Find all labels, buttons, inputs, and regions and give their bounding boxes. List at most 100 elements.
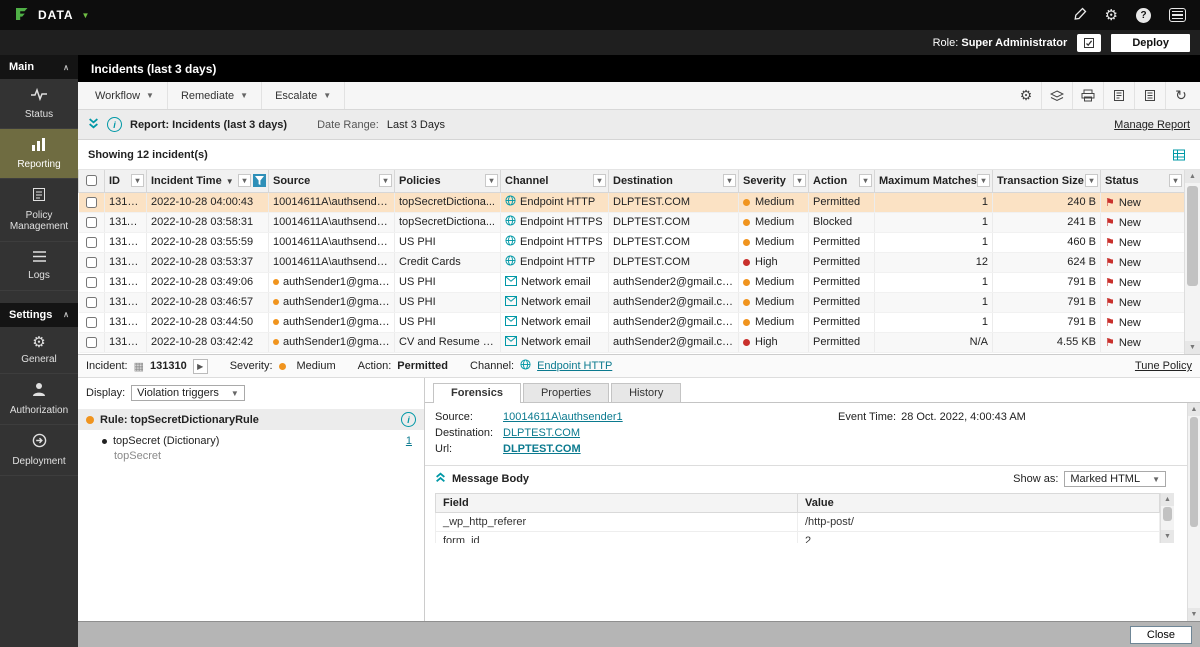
- scroll-up-icon[interactable]: ▲: [1161, 493, 1174, 506]
- deploy-button[interactable]: Deploy: [1111, 33, 1190, 52]
- rule-info-icon[interactable]: i: [401, 412, 416, 427]
- source-link[interactable]: 10014611A\authsender1: [503, 411, 623, 423]
- row-checkbox[interactable]: [85, 276, 97, 288]
- sidebar-item-logs[interactable]: Logs: [0, 242, 78, 291]
- column-menu-icon[interactable]: ▾: [723, 174, 736, 187]
- column-header-action[interactable]: Action ▾: [808, 170, 875, 193]
- column-menu-icon[interactable]: ▾: [793, 174, 806, 187]
- column-menu-icon[interactable]: ▾: [485, 174, 498, 187]
- row-checkbox[interactable]: [85, 196, 97, 208]
- row-checkbox[interactable]: [85, 296, 97, 308]
- scroll-thumb[interactable]: [1187, 186, 1198, 286]
- column-menu-icon[interactable]: ▾: [131, 174, 144, 187]
- column-header-status[interactable]: Status ▾: [1100, 170, 1185, 193]
- url-link[interactable]: DLPTEST.COM: [503, 443, 581, 455]
- show-as-select[interactable]: Marked HTML ▼: [1064, 471, 1166, 487]
- column-menu-icon[interactable]: ▾: [1169, 174, 1182, 187]
- column-menu-icon[interactable]: ▾: [238, 174, 251, 187]
- next-incident-icon[interactable]: ▶: [192, 358, 208, 374]
- rule-row[interactable]: Rule: topSecretDictionaryRule i: [78, 409, 424, 430]
- destination-link[interactable]: DLPTEST.COM: [503, 427, 580, 439]
- column-menu-icon[interactable]: ▾: [1085, 174, 1098, 187]
- sidebar-item-status[interactable]: Status: [0, 79, 78, 129]
- report-doc-icon[interactable]: [1103, 82, 1134, 109]
- collapse-up-chevrons-icon[interactable]: [435, 472, 446, 486]
- incident-row[interactable]: 131369 2022-10-28 03:42:42 authSender1@gma…: [78, 332, 1185, 353]
- display-select[interactable]: Violation triggers ▼: [131, 385, 245, 401]
- gear-icon[interactable]: ⚙: [1105, 8, 1118, 23]
- tune-policy-link[interactable]: Tune Policy: [1135, 360, 1192, 372]
- sidebar-item-reporting[interactable]: Reporting: [0, 129, 78, 179]
- value-column-header[interactable]: Value: [797, 493, 1160, 513]
- workflow-button[interactable]: Workflow ▼: [82, 82, 168, 109]
- print-icon[interactable]: [1072, 82, 1103, 109]
- product-menu-caret-icon[interactable]: ▼: [82, 11, 90, 20]
- remediate-button[interactable]: Remediate ▼: [168, 82, 263, 109]
- column-menu-icon[interactable]: ▾: [977, 174, 990, 187]
- column-header-maximum-matches[interactable]: Maximum Matches ▾: [874, 170, 993, 193]
- trigger-row[interactable]: topSecret (Dictionary) 1: [78, 430, 424, 448]
- column-header-destination[interactable]: Destination ▾: [608, 170, 739, 193]
- scroll-down-icon[interactable]: ▼: [1188, 608, 1200, 621]
- tab-properties[interactable]: Properties: [522, 383, 610, 402]
- field-column-header[interactable]: Field: [435, 493, 798, 513]
- row-checkbox[interactable]: [85, 336, 97, 348]
- sidebar-item-authorization[interactable]: Authorization: [0, 374, 78, 425]
- incident-grid-icon[interactable]: ▦: [134, 360, 144, 373]
- row-checkbox[interactable]: [85, 256, 97, 268]
- scroll-up-icon[interactable]: ▲: [1188, 403, 1200, 416]
- fields-scrollbar[interactable]: ▲ ▼: [1160, 493, 1174, 543]
- incident-row[interactable]: 131085 2022-10-28 03:44:50 authSender1@gma…: [78, 312, 1185, 333]
- column-header-source[interactable]: Source ▾: [268, 170, 395, 193]
- column-header-channel[interactable]: Channel ▾: [500, 170, 609, 193]
- row-checkbox[interactable]: [85, 316, 97, 328]
- scroll-down-icon[interactable]: ▼: [1161, 530, 1174, 543]
- scroll-thumb[interactable]: [1163, 507, 1172, 521]
- incident-row[interactable]: 131093 2022-10-28 03:55:59 10014611A\auths…: [78, 232, 1185, 253]
- sidebar-section-main[interactable]: Main ∧: [0, 55, 78, 79]
- panel-scrollbar[interactable]: ▲ ▼: [1187, 403, 1200, 621]
- scroll-thumb[interactable]: [1190, 417, 1198, 527]
- export-doc-icon[interactable]: [1134, 82, 1165, 109]
- incident-row[interactable]: 131227 2022-10-28 03:46:57 authSender1@gma…: [78, 292, 1185, 313]
- column-header-transaction-size[interactable]: Transaction Size ▾: [992, 170, 1101, 193]
- channel-link[interactable]: Endpoint HTTP: [537, 360, 612, 372]
- sidebar-item-general[interactable]: ⚙ General: [0, 327, 78, 374]
- column-header-incident-time[interactable]: Incident Time ▼ ▾: [146, 170, 269, 193]
- collapse-chevrons-icon[interactable]: [88, 117, 99, 132]
- trigger-count-link[interactable]: 1: [406, 435, 412, 447]
- deployment-status-button[interactable]: [1077, 33, 1102, 52]
- escalate-button[interactable]: Escalate ▼: [262, 82, 346, 109]
- brush-icon[interactable]: [1073, 7, 1087, 24]
- sidebar-item-policy-management[interactable]: Policy Management: [0, 179, 78, 242]
- column-menu-icon[interactable]: ▾: [593, 174, 606, 187]
- column-header-policies[interactable]: Policies ▾: [394, 170, 501, 193]
- close-button[interactable]: Close: [1129, 625, 1192, 644]
- layers-icon[interactable]: [1041, 82, 1072, 109]
- sidebar-item-deployment[interactable]: Deployment: [0, 425, 78, 476]
- scroll-down-icon[interactable]: ▼: [1185, 341, 1200, 354]
- row-checkbox[interactable]: [85, 216, 97, 228]
- column-header-severity[interactable]: Severity ▾: [738, 170, 809, 193]
- time-filter-icon[interactable]: [253, 174, 266, 187]
- column-header-id[interactable]: ID ▾: [104, 170, 147, 193]
- export-table-icon[interactable]: [1172, 149, 1190, 161]
- tab-history[interactable]: History: [611, 383, 682, 402]
- scroll-up-icon[interactable]: ▲: [1185, 170, 1200, 183]
- incident-row[interactable]: 131152 2022-10-28 03:58:31 10014611A\auths…: [78, 212, 1185, 233]
- help-icon[interactable]: ?: [1136, 7, 1151, 23]
- incident-row[interactable]: 131302 2022-10-28 03:49:06 authSender1@gma…: [78, 272, 1185, 293]
- menu-icon[interactable]: [1169, 8, 1186, 22]
- select-all-checkbox[interactable]: [86, 175, 97, 187]
- incident-row[interactable]: 131310 2022-10-28 04:00:43 10014611A\auths…: [78, 192, 1185, 213]
- refresh-icon[interactable]: ↻: [1165, 82, 1196, 109]
- column-menu-icon[interactable]: ▾: [379, 174, 392, 187]
- sidebar-section-settings[interactable]: Settings ∧: [0, 302, 78, 327]
- table-scrollbar[interactable]: ▲ ▼: [1184, 170, 1200, 354]
- incident-row[interactable]: 131383 2022-10-28 03:53:37 10014611A\auths…: [78, 252, 1185, 273]
- column-menu-icon[interactable]: ▾: [859, 174, 872, 187]
- product-name[interactable]: DATA: [38, 8, 74, 22]
- tab-forensics[interactable]: Forensics: [433, 383, 521, 403]
- table-settings-gear-icon[interactable]: ⚙: [1011, 82, 1041, 109]
- row-checkbox[interactable]: [85, 236, 97, 248]
